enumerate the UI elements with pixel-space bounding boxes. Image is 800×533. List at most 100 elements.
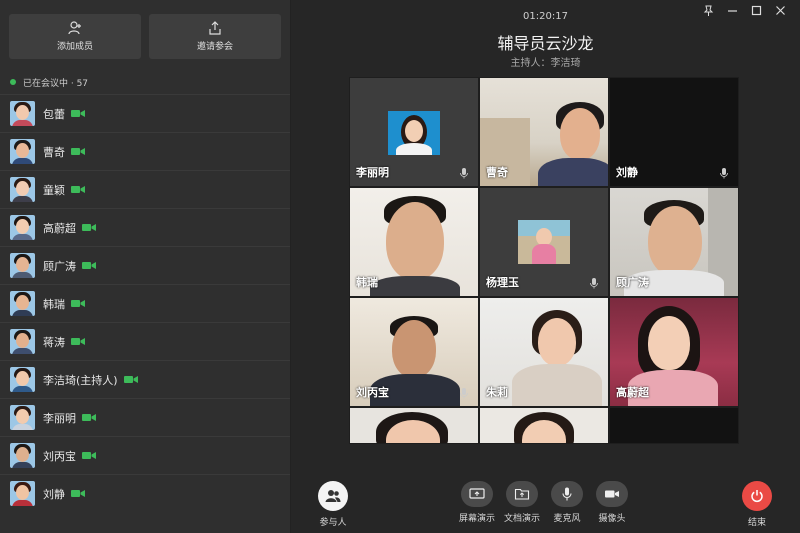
add-member-button[interactable]: 添加成员	[9, 14, 141, 59]
camera-on-icon	[71, 300, 85, 307]
member-row[interactable]: 童颖	[0, 170, 290, 208]
pin-icon[interactable]	[702, 4, 714, 16]
avatar	[10, 253, 35, 278]
close-icon[interactable]	[774, 4, 786, 16]
avatar	[10, 101, 35, 126]
tile-name: 顾广涛	[616, 276, 649, 289]
video-tile[interactable]: 曹奇	[479, 77, 609, 187]
profile-photo	[388, 111, 440, 155]
camera-on-icon	[71, 186, 85, 193]
video-tile[interactable]: 李丽明	[349, 77, 479, 187]
end-meeting-button[interactable]: 结束	[727, 481, 787, 528]
sidebar-actions: 添加成员 邀请参会	[0, 0, 290, 59]
member-name: 韩瑞	[43, 297, 65, 311]
meeting-host: 主持人：李洁琦	[510, 58, 581, 69]
camera-on-icon	[82, 414, 96, 421]
tile-name: 杨理玉	[486, 276, 519, 289]
camera-icon	[605, 490, 619, 498]
avatar	[10, 215, 35, 240]
tile-name: 刘丙宝	[356, 386, 389, 399]
member-name: 李洁琦(主持人)	[43, 373, 118, 387]
screen-share-icon	[469, 488, 485, 499]
meeting-title: 辅导员云沙龙	[497, 34, 594, 53]
camera-on-icon	[71, 490, 85, 497]
member-name: 曹奇	[43, 145, 65, 159]
member-name: 刘静	[43, 487, 65, 501]
online-dot-icon	[10, 79, 16, 85]
invite-button[interactable]: 邀请参会	[149, 14, 281, 59]
member-row[interactable]: 蒋涛	[0, 322, 290, 360]
camera-label: 摄像头	[598, 514, 626, 524]
video-tile[interactable]: 顾广涛	[609, 187, 739, 297]
maximize-icon[interactable]	[750, 4, 762, 16]
video-tile[interactable]: 韩瑞	[349, 187, 479, 297]
minimize-icon[interactable]	[726, 4, 738, 16]
tile-name: 李丽明	[356, 166, 389, 179]
participants-button[interactable]: 参与人	[303, 481, 363, 528]
camera-on-icon	[82, 452, 96, 459]
avatar	[10, 139, 35, 164]
doc-share-label: 文档演示	[503, 514, 540, 524]
camera-on-icon	[71, 148, 85, 155]
video-tile[interactable]: 朱莉	[479, 297, 609, 407]
video-tile-empty	[609, 407, 739, 444]
tile-name: 高蔚超	[616, 386, 649, 399]
camera-on-icon	[82, 262, 96, 269]
video-tile[interactable]	[479, 407, 609, 444]
member-row[interactable]: 刘丙宝	[0, 436, 290, 474]
member-row[interactable]: 高蔚超	[0, 208, 290, 246]
member-name: 包蕾	[43, 107, 65, 121]
member-row[interactable]: 李丽明	[0, 398, 290, 436]
avatar	[10, 481, 35, 506]
avatar	[10, 367, 35, 392]
avatar	[10, 177, 35, 202]
member-name: 童颖	[43, 183, 65, 197]
meeting-toolbar: 参与人 屏幕演示 文档演示 麦克风 摄像头 结束	[291, 470, 800, 533]
video-grid: 李丽明 曹奇 刘静 韩瑞 杨理玉 顾广涛 刘丙宝 朱莉 高蔚超	[349, 77, 739, 444]
member-row[interactable]: 顾广涛	[0, 246, 290, 284]
profile-photo	[518, 220, 570, 264]
meeting-main: 01:20:17 辅导员云沙龙 主持人：李洁琦 李丽明 曹奇 刘静 韩瑞 杨理玉…	[291, 0, 800, 533]
meeting-status-text: 已在会议中 · 57	[23, 78, 89, 89]
window-controls	[702, 4, 786, 16]
video-tile[interactable]	[349, 407, 479, 444]
camera-on-icon	[82, 224, 96, 231]
avatar	[10, 443, 35, 468]
camera-on-icon	[71, 338, 85, 345]
video-tile[interactable]: 刘静	[609, 77, 739, 187]
document-icon	[514, 488, 530, 500]
tile-name: 韩瑞	[356, 276, 378, 289]
member-name: 蒋涛	[43, 335, 65, 349]
member-list: 包蕾曹奇童颖高蔚超顾广涛韩瑞蒋涛李洁琦(主持人) 李丽明刘丙宝刘静	[0, 94, 290, 512]
video-tile[interactable]: 刘丙宝	[349, 297, 479, 407]
member-name: 顾广涛	[43, 259, 76, 273]
tile-name: 朱莉	[486, 386, 508, 399]
member-row[interactable]: 包蕾	[0, 94, 290, 132]
member-row[interactable]: 刘静	[0, 474, 290, 512]
video-tile[interactable]: 杨理玉	[479, 187, 609, 297]
tile-name: 刘静	[616, 166, 638, 179]
member-name: 刘丙宝	[43, 449, 76, 463]
add-user-icon	[68, 21, 81, 35]
invite-label: 邀请参会	[196, 42, 233, 52]
mic-icon	[460, 168, 468, 179]
member-row[interactable]: 曹奇	[0, 132, 290, 170]
participants-sidebar: 添加成员 邀请参会 已在会议中 · 57 包蕾曹奇童颖高蔚超顾广涛韩瑞蒋涛李洁琦…	[0, 0, 291, 533]
microphone-icon	[562, 487, 572, 501]
video-tile[interactable]: 高蔚超	[609, 297, 739, 407]
camera-button[interactable]: 摄像头	[582, 481, 642, 524]
meeting-status: 已在会议中 · 57	[0, 75, 290, 89]
member-row[interactable]: 韩瑞	[0, 284, 290, 322]
avatar	[10, 291, 35, 316]
member-row[interactable]: 李洁琦(主持人)	[0, 360, 290, 398]
member-name: 李丽明	[43, 411, 76, 425]
power-icon	[751, 490, 763, 503]
add-member-label: 添加成员	[56, 42, 93, 52]
tile-name: 曹奇	[486, 166, 508, 179]
member-name: 高蔚超	[43, 221, 76, 235]
mic-icon	[720, 168, 728, 179]
screen-share-label: 屏幕演示	[458, 514, 495, 524]
participants-label: 参与人	[319, 518, 347, 528]
participants-icon	[325, 490, 341, 502]
mic-icon	[590, 278, 598, 289]
